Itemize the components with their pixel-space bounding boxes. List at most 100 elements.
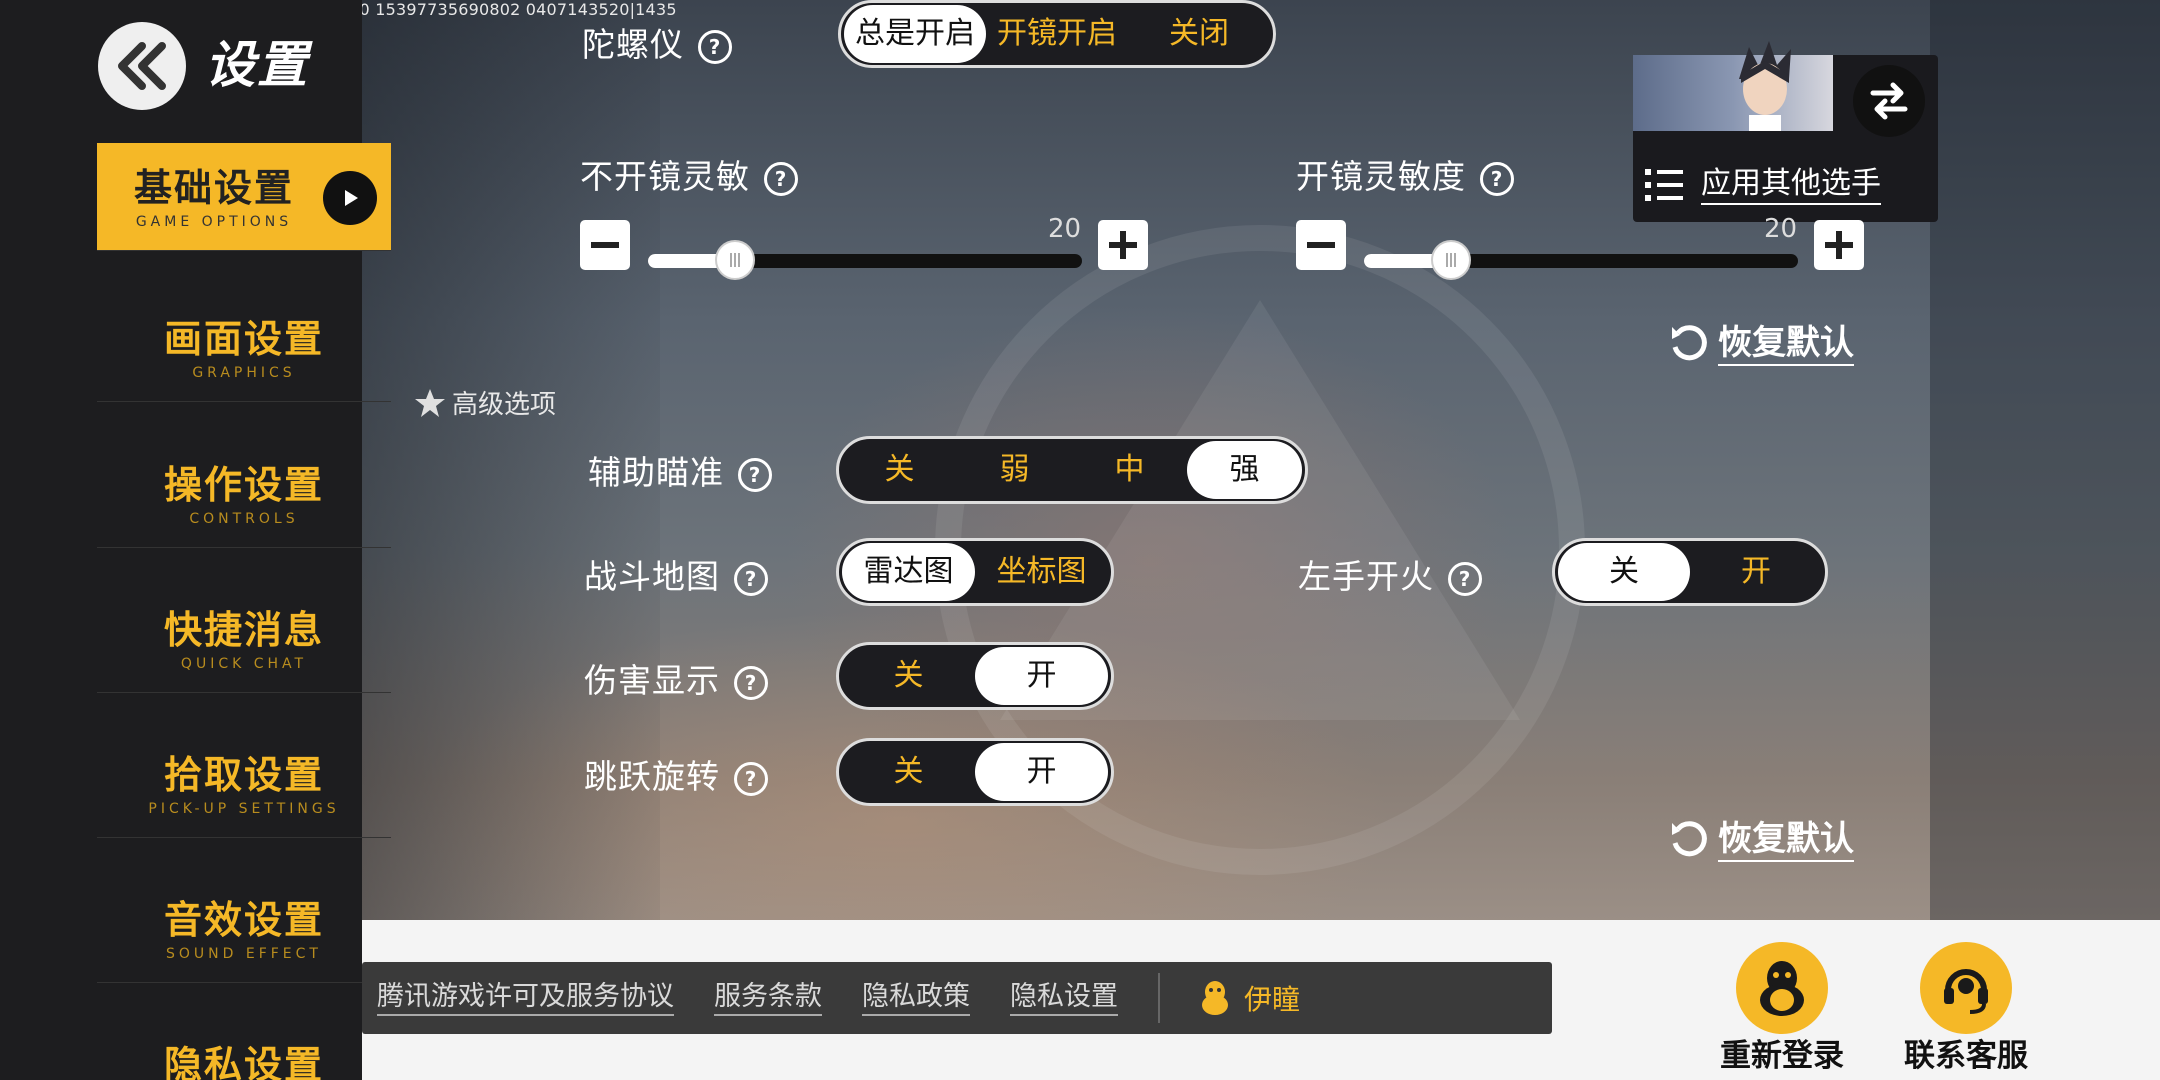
battle-map-option-radar[interactable]: 雷达图 (842, 543, 975, 601)
sidebar-item-label: 音效设置 (163, 898, 324, 942)
relogin-circle (1736, 942, 1828, 1034)
privacy-settings-link[interactable]: 隐私设置 (1010, 980, 1118, 1016)
battle-map-label: 战斗地图? (584, 550, 768, 598)
sidebar-item-controls[interactable]: 操作设置 CONTROLS (97, 440, 391, 548)
privacy-policy-link[interactable]: 隐私政策 (862, 980, 970, 1016)
aim-assist-option-medium[interactable]: 中 (1072, 441, 1187, 499)
sidebar-item-sound[interactable]: 音效设置 SOUND EFFECT (97, 875, 391, 983)
sidebar-item-sublabel: QUICK CHAT (180, 656, 308, 672)
damage-display-segmented-control: 关 开 (836, 642, 1114, 710)
sidebar-item-sublabel: SOUND EFFECT (166, 946, 322, 962)
aim-assist-option-off[interactable]: 关 (842, 441, 957, 499)
scope-increase-button[interactable] (1814, 220, 1864, 270)
restore-default-button-1[interactable]: 恢复默认 (1668, 322, 1854, 366)
sidebar-item-sublabel: GAME OPTIONS (135, 214, 293, 230)
noscope-sensitivity-value: 20 (1048, 214, 1082, 244)
sidebar-item-label: 隐私设置 (163, 1043, 324, 1080)
scope-sensitivity-label: 开镜灵敏度? (1296, 150, 1514, 198)
sidebar-item-label: 画面设置 (163, 317, 324, 361)
noscope-sensitivity-label: 不开镜灵敏? (580, 150, 798, 198)
left-fire-option-on[interactable]: 开 (1690, 543, 1822, 601)
restore-default-label: 恢复默认 (1718, 322, 1854, 366)
page-title: 设置 (205, 36, 309, 94)
damage-display-option-on[interactable]: 开 (975, 647, 1108, 705)
restore-icon (1672, 325, 1707, 361)
scope-label-text: 开镜灵敏度 (1296, 157, 1466, 196)
advanced-options-text: 高级选项 (452, 390, 557, 420)
slider-thumb[interactable] (1430, 240, 1471, 280)
noscope-sensitivity-slider[interactable] (648, 240, 1082, 280)
sidebar-item-sublabel: CONTROLS (189, 511, 299, 527)
apply-other-player-button[interactable]: 应用其他选手 (1645, 165, 1881, 205)
account-username: 伊瞳 (1244, 983, 1301, 1016)
contact-service-button[interactable]: 联系客服 (1876, 942, 2056, 1075)
relogin-button[interactable]: 重新登录 (1692, 942, 1872, 1075)
battle-map-segmented-control: 雷达图 坐标图 (836, 538, 1114, 606)
damage-display-option-off[interactable]: 关 (842, 647, 975, 705)
contact-service-circle (1920, 942, 2012, 1034)
restore-default-button-2[interactable]: 恢复默认 (1668, 818, 1854, 862)
sidebar-item-graphics[interactable]: 画面设置 GRAPHICS (97, 294, 391, 402)
scope-decrease-button[interactable] (1296, 220, 1346, 270)
battle-map-text: 战斗地图 (584, 557, 720, 596)
aim-assist-segmented-control: 关 弱 中 强 (836, 436, 1308, 504)
help-icon[interactable]: ? (1448, 561, 1482, 596)
help-icon[interactable]: ? (1480, 161, 1514, 196)
noscope-label-text: 不开镜灵敏 (580, 157, 750, 196)
apply-other-label: 应用其他选手 (1701, 165, 1881, 205)
slider-thumb[interactable] (714, 240, 755, 280)
jump-rotate-option-on[interactable]: 开 (975, 743, 1108, 801)
aim-assist-option-weak[interactable]: 弱 (957, 441, 1072, 499)
player-portrait (1633, 41, 1833, 131)
help-icon[interactable]: ? (734, 561, 768, 596)
sidebar-item-label: 快捷消息 (163, 608, 324, 652)
aim-assist-text: 辅助瞄准 (588, 453, 724, 492)
aim-assist-label: 辅助瞄准? (588, 446, 772, 494)
minus-icon (1307, 242, 1335, 248)
footer-links-bar: 腾讯游戏许可及服务协议 服务条款 隐私政策 隐私设置 伊瞳 (362, 962, 1552, 1034)
gyro-option-always[interactable]: 总是开启 (844, 5, 986, 63)
left-fire-text: 左手开火 (1298, 557, 1434, 596)
scope-sensitivity-slider[interactable] (1364, 240, 1798, 280)
penguin-icon (1760, 961, 1804, 1016)
gyro-option-scope[interactable]: 开镜开启 (986, 5, 1128, 63)
star-icon (415, 388, 445, 417)
swap-player-button[interactable] (1853, 65, 1925, 137)
relogin-label: 重新登录 (1720, 1038, 1844, 1074)
gyro-label-text: 陀螺仪 (582, 25, 684, 64)
damage-display-label: 伤害显示? (584, 654, 768, 702)
swap-arrows-icon (1870, 82, 1908, 120)
sidebar-item-privacy[interactable]: 隐私设置 (97, 1020, 391, 1080)
tencent-license-link[interactable]: 腾讯游戏许可及服务协议 (377, 980, 674, 1016)
gyro-option-off[interactable]: 关闭 (1128, 5, 1270, 63)
noscope-increase-button[interactable] (1098, 220, 1148, 270)
jump-rotate-label: 跳跃旋转? (584, 750, 768, 798)
qq-penguin-icon (1202, 981, 1228, 1015)
help-icon[interactable]: ? (738, 457, 772, 492)
left-fire-label: 左手开火? (1298, 550, 1482, 598)
sidebar-item-label: 基础设置 (133, 166, 294, 210)
aim-assist-option-strong[interactable]: 强 (1187, 441, 1302, 499)
left-fire-segmented-control: 关 开 (1552, 538, 1828, 606)
sidebar-item-pickup[interactable]: 拾取设置 PICK-UP SETTINGS (97, 730, 391, 838)
player-card: 应用其他选手 (1633, 41, 1938, 222)
help-icon[interactable]: ? (734, 761, 768, 796)
restore-icon (1672, 821, 1707, 857)
sidebar-item-quick-chat[interactable]: 快捷消息 QUICK CHAT (97, 585, 391, 693)
gyro-setting-label: 陀螺仪? (582, 18, 732, 66)
help-icon[interactable]: ? (698, 29, 732, 64)
battle-map-option-coordinate[interactable]: 坐标图 (975, 543, 1108, 601)
left-fire-option-off[interactable]: 关 (1558, 543, 1690, 601)
sidebar-item-label: 操作设置 (163, 463, 324, 507)
restore-default-label: 恢复默认 (1718, 818, 1854, 862)
jump-rotate-option-off[interactable]: 关 (842, 743, 975, 801)
terms-of-service-link[interactable]: 服务条款 (714, 980, 822, 1016)
back-button[interactable] (98, 22, 186, 110)
sidebar-item-game-options[interactable]: 基础设置 GAME OPTIONS (97, 143, 391, 251)
help-icon[interactable]: ? (764, 161, 798, 196)
help-icon[interactable]: ? (734, 665, 768, 700)
noscope-decrease-button[interactable] (580, 220, 630, 270)
player-avatar-icon (1739, 41, 1791, 131)
sidebar-item-label: 拾取设置 (163, 753, 324, 797)
contact-service-label: 联系客服 (1904, 1038, 2028, 1074)
